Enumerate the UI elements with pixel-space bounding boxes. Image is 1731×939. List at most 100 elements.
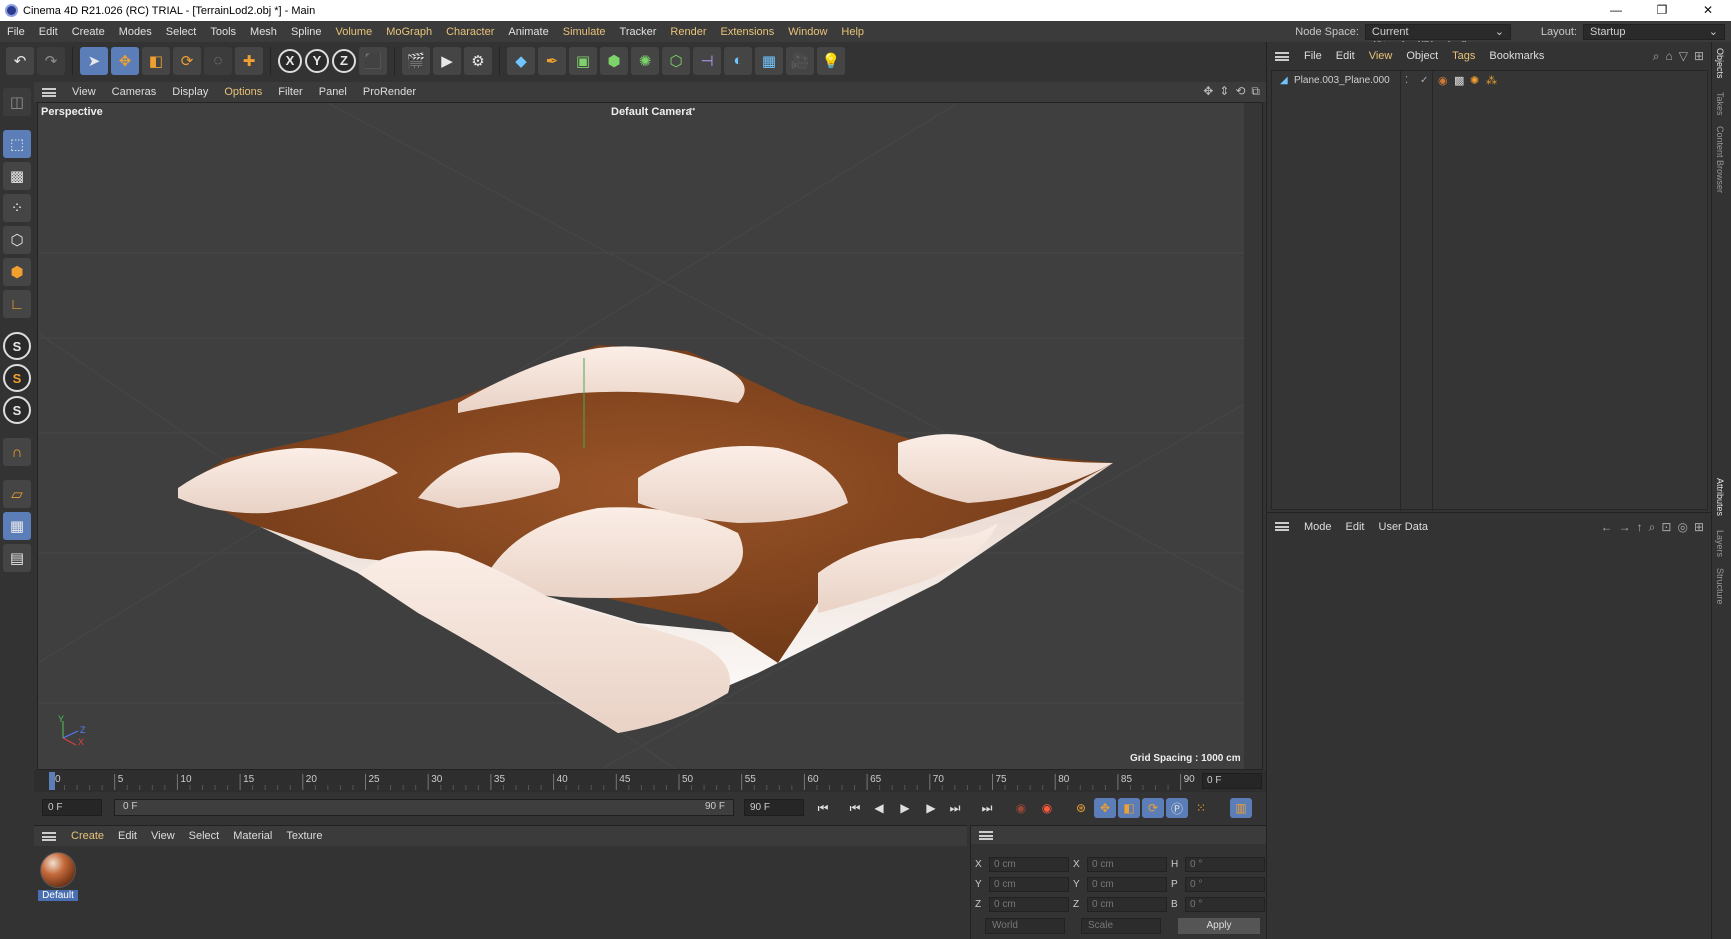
back-arrow-icon[interactable]: ←	[1601, 520, 1613, 535]
grid-plane-icon[interactable]: ▦	[3, 512, 31, 540]
hamburger-menu-icon[interactable]	[42, 87, 56, 97]
search-icon[interactable]: ⌕	[1649, 520, 1656, 535]
magnet-icon[interactable]: ∩	[3, 438, 31, 466]
workplane-icon[interactable]: ▱	[3, 480, 31, 508]
apply-button[interactable]: Apply	[1178, 918, 1260, 934]
object-menu-edit[interactable]: Edit	[1329, 50, 1362, 62]
menu-animate[interactable]: Animate	[501, 26, 555, 38]
timeline-ruler[interactable]: 0 5 10 15 20 25 30 35 40 45 50 55 60 65 70 75 80 85 90 0 F	[34, 770, 1266, 792]
restore-button[interactable]: ❐	[1639, 0, 1685, 21]
menu-extensions[interactable]: Extensions	[713, 26, 781, 38]
menu-simulate[interactable]: Simulate	[556, 26, 613, 38]
render-view-icon[interactable]: 🎬	[402, 46, 430, 75]
material-tag-icon[interactable]: ⁂	[1486, 74, 1497, 87]
cloner-icon[interactable]: ✺	[631, 46, 659, 75]
texture-mode-icon[interactable]: ▩	[3, 162, 31, 190]
locked-workplane-icon[interactable]: ▤	[3, 544, 31, 572]
snap-settings-icon[interactable]: S	[3, 364, 31, 392]
object-menu-file[interactable]: File	[1297, 50, 1329, 62]
move-icon[interactable]: ✥	[111, 46, 139, 75]
minimize-button[interactable]: —	[1593, 0, 1639, 21]
snap-icon[interactable]: S	[3, 332, 31, 360]
material-swatch[interactable]: Default	[38, 852, 78, 901]
material-menu-select[interactable]: Select	[182, 830, 227, 842]
tab-structure[interactable]: Structure	[1715, 568, 1725, 605]
add-icon[interactable]: ✚	[235, 46, 263, 75]
size-z-field[interactable]: 0 cm	[1087, 896, 1167, 912]
pan-icon[interactable]: ✥	[1203, 84, 1213, 99]
menu-tools[interactable]: Tools	[203, 26, 243, 38]
y-axis-lock-icon[interactable]: Y	[305, 48, 329, 73]
viewport-menu-view[interactable]: View	[64, 86, 104, 98]
texture-tag-icon[interactable]: ◉	[1438, 74, 1448, 87]
next-frame-icon[interactable]: ▶	[920, 798, 942, 818]
pen-spline-icon[interactable]: ✒	[538, 46, 566, 75]
tab-content-browser[interactable]: Content Browser	[1715, 126, 1725, 193]
object-row[interactable]: ◢ Plane.003_Plane.000 ⁚ ✓ ◉ ▩ ✺ ⁂	[1272, 71, 1709, 89]
menu-file[interactable]: File	[0, 26, 32, 38]
go-to-end-icon[interactable]: ⏭	[976, 798, 998, 818]
tab-takes[interactable]: Takes	[1715, 92, 1725, 116]
x-axis-lock-icon[interactable]: X	[278, 48, 302, 73]
dolly-icon[interactable]: ⇕	[1219, 84, 1229, 99]
current-frame-field[interactable]: 0 F	[1202, 773, 1262, 789]
deformer-icon[interactable]: ⊣	[693, 46, 721, 75]
search-icon[interactable]: ⌕	[1653, 49, 1660, 64]
enable-check-icon[interactable]: ✓	[1420, 75, 1428, 86]
next-key-icon[interactable]: ⏭	[944, 798, 966, 818]
menu-mograph[interactable]: MoGraph	[379, 26, 439, 38]
menu-mesh[interactable]: Mesh	[243, 26, 284, 38]
size-y-field[interactable]: 0 cm	[1087, 876, 1167, 892]
record-pla-icon[interactable]: ⁙	[1190, 798, 1212, 818]
object-menu-tags[interactable]: Tags	[1445, 50, 1482, 62]
layout-dropdown[interactable]: Startup ⌄	[1583, 23, 1725, 40]
position-z-field[interactable]: 0 cm	[989, 896, 1069, 912]
field-icon[interactable]: ◐	[724, 46, 752, 75]
lock-icon[interactable]: ⊡	[1661, 520, 1671, 535]
rotate-icon[interactable]: ⟳	[173, 46, 201, 75]
menu-tracker[interactable]: Tracker	[613, 26, 664, 38]
hamburger-menu-icon[interactable]	[979, 830, 993, 840]
menu-spline[interactable]: Spline	[284, 26, 329, 38]
z-axis-lock-icon[interactable]: Z	[332, 48, 356, 73]
redo-icon[interactable]: ↷	[37, 46, 65, 75]
playhead-marker[interactable]	[49, 772, 55, 790]
recent-tool-icon[interactable]: ◌	[204, 46, 232, 75]
menu-modes[interactable]: Modes	[112, 26, 159, 38]
object-menu-object[interactable]: Object	[1399, 50, 1445, 62]
camera-name-label[interactable]: Default Camera	[611, 106, 692, 118]
material-menu-create[interactable]: Create	[64, 830, 111, 842]
visibility-icon[interactable]: ⁚	[1405, 75, 1408, 86]
extrude-icon[interactable]: ⬢	[600, 46, 628, 75]
node-space-dropdown[interactable]: Current (Standard/Physical) ⌄	[1364, 23, 1511, 52]
record-active-objects-icon[interactable]: ◉	[1010, 798, 1032, 818]
viewport-menu-cameras[interactable]: Cameras	[104, 86, 165, 98]
undo-icon[interactable]: ↶	[6, 46, 34, 75]
size-mode-dropdown[interactable]: Scale	[1081, 918, 1161, 934]
position-y-field[interactable]: 0 cm	[989, 876, 1069, 892]
end-frame-field[interactable]: 90 F	[744, 799, 804, 816]
snap-mode-icon[interactable]: S	[3, 396, 31, 424]
tab-objects[interactable]: Objects	[1715, 48, 1725, 79]
attr-menu-user-data[interactable]: User Data	[1372, 521, 1436, 533]
autokeying-icon[interactable]: ◉	[1036, 798, 1058, 818]
forward-arrow-icon[interactable]: →	[1619, 520, 1631, 535]
object-menu-bookmarks[interactable]: Bookmarks	[1482, 50, 1551, 62]
record-rotation-icon[interactable]: ⟳	[1142, 798, 1164, 818]
material-menu-material[interactable]: Material	[226, 830, 279, 842]
polygons-mode-icon[interactable]: ⬢	[3, 258, 31, 286]
viewport-scrollbar[interactable]	[1244, 103, 1262, 769]
render-picture-viewer-icon[interactable]: ▶	[433, 46, 461, 75]
menu-window[interactable]: Window	[781, 26, 834, 38]
attr-menu-edit[interactable]: Edit	[1339, 521, 1372, 533]
hamburger-menu-icon[interactable]	[1275, 522, 1289, 531]
new-panel-icon[interactable]: ⊞	[1694, 49, 1704, 64]
record-parameter-icon[interactable]: Ⓟ	[1166, 798, 1188, 818]
play-icon[interactable]: ▶	[894, 798, 916, 818]
coordinate-space-dropdown[interactable]: World	[985, 918, 1065, 934]
subdivision-icon[interactable]: ▣	[569, 46, 597, 75]
settings-icon[interactable]: ◎	[1677, 520, 1687, 535]
light-icon[interactable]: 💡	[817, 46, 845, 75]
menu-render[interactable]: Render	[663, 26, 713, 38]
size-x-field[interactable]: 0 cm	[1087, 856, 1167, 872]
